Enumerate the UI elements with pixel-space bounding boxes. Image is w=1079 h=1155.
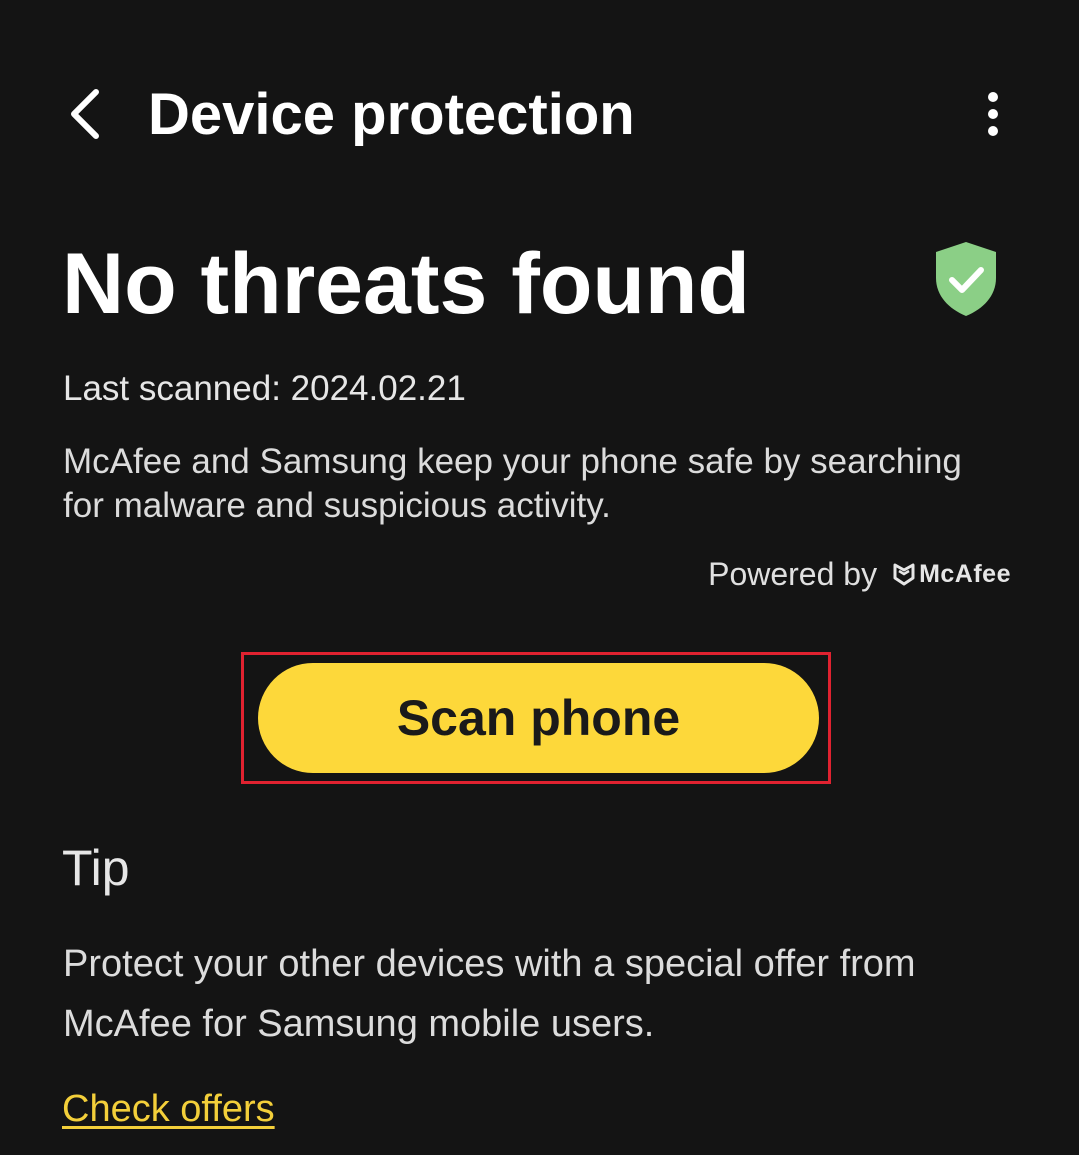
last-scanned-text: Last scanned: 2024.02.21 — [63, 369, 466, 408]
more-vertical-icon — [988, 92, 998, 136]
app-bar: Device protection — [0, 70, 1079, 160]
more-options-button[interactable] — [964, 82, 1022, 146]
scan-phone-button[interactable]: Scan phone — [258, 663, 819, 773]
protection-description: McAfee and Samsung keep your phone safe … — [63, 442, 962, 525]
page-title: Device protection — [148, 82, 635, 147]
check-offers-link[interactable]: Check offers — [62, 1084, 275, 1134]
mcafee-brand-text: McAfee — [919, 560, 1011, 588]
back-button[interactable] — [56, 82, 112, 146]
chevron-left-icon — [71, 89, 99, 139]
shield-check-icon — [936, 242, 996, 316]
status-headline: No threats found — [62, 236, 750, 332]
mcafee-logo: McAfee — [893, 552, 1011, 596]
mcafee-shield-icon — [893, 563, 915, 586]
tip-body: Protect your other devices with a specia… — [63, 943, 916, 1045]
powered-by-label: Powered by — [708, 556, 878, 592]
powered-by: Powered by McAfee — [708, 552, 1011, 596]
tip-heading: Tip — [62, 840, 130, 896]
